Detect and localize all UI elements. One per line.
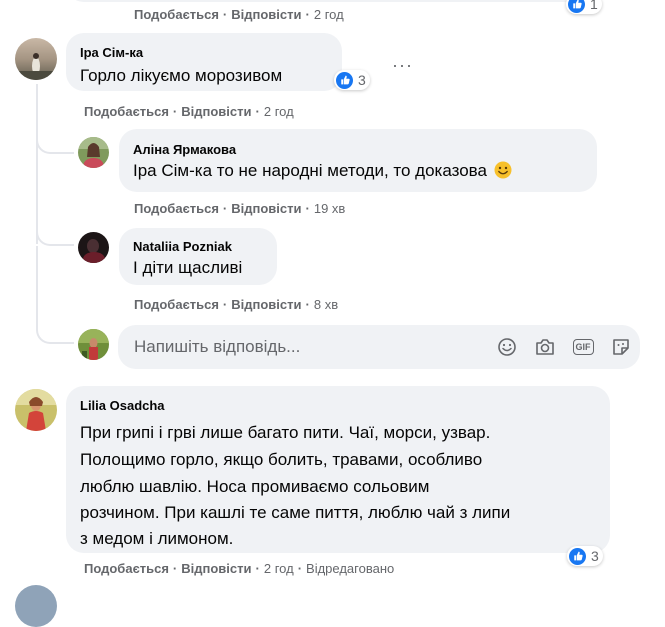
reply-button[interactable]: Відповісти — [181, 561, 251, 576]
more-options-icon[interactable]: ··· — [392, 56, 413, 74]
like-button[interactable]: Подобається — [84, 561, 169, 576]
emoji-icon[interactable] — [496, 336, 518, 358]
avatar[interactable] — [78, 232, 109, 263]
smile-emoji — [494, 161, 512, 185]
thread-curve — [36, 316, 74, 344]
reply-actions: Подобається · Відповісти · 8 хв — [134, 297, 339, 312]
comment-actions: Подобається · Відповісти · 2 год · Відредагова… — [84, 561, 395, 576]
comment-text-line: Полощимо горло, якщо болить, травами, ос… — [80, 450, 483, 469]
reply-input[interactable]: Напишіть відповідь... GIF — [118, 325, 640, 369]
like-icon — [568, 0, 585, 13]
avatar[interactable] — [15, 389, 57, 431]
reply-text: Іра Сім-ка то не народні методи, то дока… — [133, 160, 512, 185]
reaction-count[interactable]: 3 — [567, 546, 603, 566]
gif-icon[interactable]: GIF — [572, 336, 594, 358]
reaction-count[interactable]: 1 — [566, 0, 602, 14]
comment-text-line: з медом і лимоном. — [80, 529, 234, 548]
previous-comment-actions: Подобається · Відповісти · 2 год — [134, 7, 344, 22]
current-user-avatar[interactable] — [78, 329, 109, 360]
edited-label[interactable]: Відредаговано — [306, 561, 394, 576]
reply-author[interactable]: Аліна Ярмакова — [133, 142, 236, 157]
timestamp[interactable]: 2 год — [314, 7, 344, 22]
camera-icon[interactable] — [534, 336, 556, 358]
sticker-icon[interactable] — [610, 336, 632, 358]
reaction-count-value: 3 — [358, 72, 366, 88]
comment-actions: Подобається · Відповісти · 2 год — [84, 104, 294, 119]
reply-actions: Подобається · Відповісти · 19 хв — [134, 201, 346, 216]
like-icon — [336, 71, 353, 89]
like-button[interactable]: Подобається — [134, 297, 219, 312]
thread-line — [36, 246, 38, 320]
reply-input-placeholder: Напишіть відповідь... — [134, 337, 301, 356]
reply-button[interactable]: Відповісти — [231, 201, 301, 216]
reply-button[interactable]: Відповісти — [231, 297, 301, 312]
like-button[interactable]: Подобається — [134, 7, 219, 22]
timestamp[interactable]: 2 год — [264, 104, 294, 119]
reply-author[interactable]: Nataliia Pozniak — [133, 239, 232, 254]
like-button[interactable]: Подобається — [134, 201, 219, 216]
timestamp[interactable]: 8 хв — [314, 297, 338, 312]
gif-icon-box: GIF — [572, 339, 594, 355]
avatar[interactable] — [15, 38, 57, 80]
comment-text-line: люблю шавлію. Носа промиваємо сольовим — [80, 477, 430, 496]
comment-text-line: При грипі і грві лише багато пити. Чаї, … — [80, 423, 491, 442]
previous-comment-bubble — [66, 0, 606, 2]
reaction-count[interactable]: 3 — [334, 70, 370, 90]
timestamp[interactable]: 19 хв — [314, 201, 345, 216]
comment-author[interactable]: Lilia Osadcha — [80, 398, 165, 413]
thread-curve — [36, 222, 74, 246]
reaction-count-value: 1 — [590, 0, 598, 12]
reply-text: І діти щасливі — [133, 258, 243, 277]
avatar[interactable] — [78, 137, 109, 168]
timestamp[interactable]: 2 год — [264, 561, 294, 576]
like-button[interactable]: Подобається — [84, 104, 169, 119]
comment-author[interactable]: Іра Сім-ка — [80, 45, 143, 60]
reaction-count-value: 3 — [591, 548, 599, 564]
reply-button[interactable]: Відповісти — [231, 7, 301, 22]
comment-text: Горло лікуємо морозивом — [80, 66, 283, 85]
comment-text-line: розчином. При кашлі те саме пиття, люблю… — [80, 503, 511, 522]
avatar[interactable] — [15, 585, 57, 627]
reply-button[interactable]: Відповісти — [181, 104, 251, 119]
like-icon — [569, 547, 586, 565]
thread-curve — [36, 130, 74, 154]
